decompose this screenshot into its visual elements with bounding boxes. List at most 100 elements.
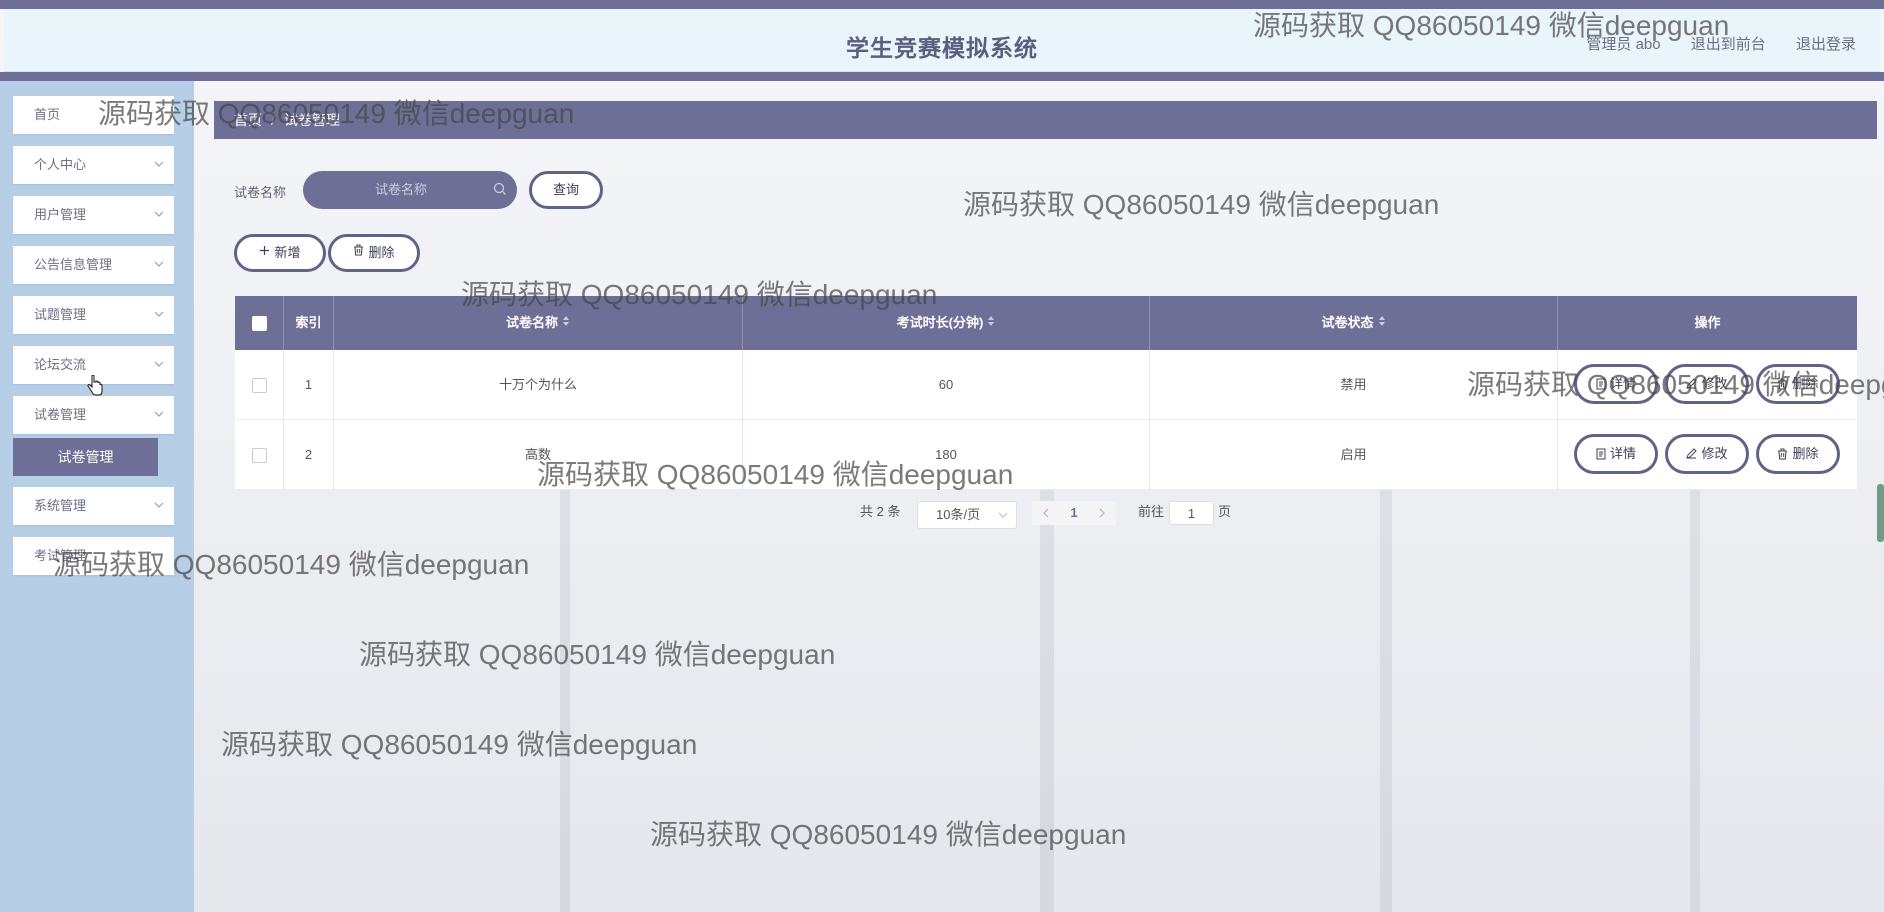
search-input[interactable]	[303, 171, 517, 209]
header-duration-label: 考试时长(分钟)	[896, 315, 984, 330]
header-duration[interactable]: 考试时长(分钟)	[743, 296, 1150, 350]
breadcrumb-current: 试卷管理	[283, 112, 340, 128]
sidebar-item-label: 系统管理	[34, 498, 87, 513]
table-row: 1 十万个为什么 60 禁用 详情 修改 删除	[235, 350, 1857, 420]
row-delete-button[interactable]: 删除	[1756, 364, 1840, 404]
header-actions: 管理员 abo 退出到前台 退出登录	[1560, 33, 1856, 54]
plus-icon	[259, 236, 270, 268]
add-button-label: 新增	[274, 245, 301, 260]
sidebar-item-label: 试题管理	[34, 307, 87, 322]
cell-status: 启用	[1150, 420, 1558, 489]
sidebar-item-personal-center[interactable]: 个人中心	[13, 146, 174, 184]
query-button-label: 查询	[552, 182, 579, 197]
header-ops-label: 操作	[1694, 315, 1721, 330]
sort-icon[interactable]	[562, 296, 570, 350]
search-label: 试卷名称	[234, 185, 287, 200]
detail-button-label: 详情	[1609, 446, 1636, 461]
breadcrumb: 首页 / 试卷管理	[214, 101, 1877, 139]
edit-button-label: 修改	[1701, 446, 1728, 461]
breadcrumb-home[interactable]: 首页	[234, 112, 262, 128]
row-delete-button[interactable]: 删除	[1756, 434, 1840, 474]
chevron-down-icon	[998, 502, 1008, 537]
paper-table: 索引 试卷名称 考试时长(分钟) 试卷状态 操作 1 十万个为什么 60 禁用 …	[235, 296, 1857, 490]
row-checkbox[interactable]	[251, 378, 267, 394]
header-status-label: 试卷状态	[1321, 315, 1374, 330]
sidebar-item-exam-management[interactable]: 考试管理	[13, 537, 174, 575]
sidebar-item-label: 首页	[34, 107, 61, 122]
header-name[interactable]: 试卷名称	[334, 296, 743, 350]
pencil-icon	[1686, 376, 1701, 391]
pager: 1	[1032, 501, 1116, 525]
row-delete-button-label: 删除	[1792, 446, 1819, 461]
chevron-down-icon	[154, 346, 164, 368]
detail-button-label: 详情	[1609, 376, 1636, 391]
query-button[interactable]: 查询	[529, 171, 603, 209]
chevron-down-icon	[154, 246, 164, 268]
cell-name: 十万个为什么	[334, 350, 743, 419]
goto-page-input[interactable]	[1169, 501, 1214, 525]
sidebar-item-question-management[interactable]: 试题管理	[13, 296, 174, 334]
page-size-value: 10条/页	[936, 507, 981, 522]
document-icon	[1596, 376, 1610, 391]
scrollbar-handle[interactable]	[1877, 484, 1884, 542]
sidebar-item-label: 用户管理	[34, 207, 87, 222]
sidebar-item-notice-management[interactable]: 公告信息管理	[13, 246, 174, 284]
cell-index: 2	[284, 420, 334, 489]
cell-index: 1	[284, 350, 334, 419]
page-unit-label: 页	[1218, 504, 1232, 519]
sidebar-item-label: 论坛交流	[34, 357, 87, 372]
cell-ops: 详情 修改 删除	[1558, 350, 1857, 419]
edit-button[interactable]: 修改	[1665, 364, 1749, 404]
header-index-label: 索引	[295, 315, 322, 330]
header-index: 索引	[284, 296, 334, 350]
add-button[interactable]: 新增	[234, 234, 326, 272]
trash-icon	[1777, 376, 1792, 391]
select-all-checkbox[interactable]	[251, 316, 267, 332]
chevron-up-icon	[154, 396, 164, 418]
chevron-down-icon	[154, 296, 164, 318]
sidebar-item-label: 考试管理	[34, 548, 87, 563]
header-status[interactable]: 试卷状态	[1150, 296, 1558, 350]
trash-icon	[1777, 446, 1792, 461]
hand-cursor-icon	[87, 374, 103, 400]
document-icon	[1596, 446, 1610, 461]
sort-icon[interactable]	[1378, 296, 1386, 350]
prev-page-icon[interactable]	[1036, 501, 1056, 525]
logout-link[interactable]: 退出登录	[1796, 36, 1856, 53]
next-page-icon[interactable]	[1092, 501, 1112, 525]
edit-button[interactable]: 修改	[1665, 434, 1749, 474]
row-checkbox-cell	[235, 350, 284, 419]
header-ops: 操作	[1558, 296, 1857, 350]
admin-label: 管理员 abo	[1586, 36, 1661, 53]
header-checkbox-cell	[235, 296, 284, 350]
chevron-down-icon	[154, 146, 164, 168]
header-name-label: 试卷名称	[505, 315, 558, 330]
bulk-delete-button[interactable]: 删除	[328, 234, 420, 272]
top-strip	[0, 0, 1884, 9]
edit-button-label: 修改	[1701, 376, 1728, 391]
search-icon	[493, 182, 507, 199]
detail-button[interactable]: 详情	[1574, 364, 1658, 404]
sidebar-item-label: 试卷管理	[34, 407, 87, 422]
page-number[interactable]: 1	[1064, 501, 1084, 525]
trash-icon	[353, 236, 364, 268]
chevron-down-icon	[154, 487, 164, 509]
cell-status: 禁用	[1150, 350, 1558, 419]
pagination-total: 共 2 条	[860, 504, 901, 519]
table-header: 索引 试卷名称 考试时长(分钟) 试卷状态 操作	[235, 296, 1857, 350]
page-size-select[interactable]: 10条/页	[917, 501, 1017, 529]
submenu-paper-management[interactable]: 试卷管理	[13, 438, 158, 476]
bulk-delete-button-label: 删除	[368, 245, 395, 260]
exit-to-front-link[interactable]: 退出到前台	[1691, 36, 1766, 53]
sidebar-item-user-management[interactable]: 用户管理	[13, 196, 174, 234]
cell-name: 高数	[334, 420, 743, 489]
row-delete-button-label: 删除	[1792, 376, 1819, 391]
sort-icon[interactable]	[987, 296, 995, 350]
sidebar-item-system-management[interactable]: 系统管理	[13, 487, 174, 525]
detail-button[interactable]: 详情	[1574, 434, 1658, 474]
sidebar-item-home[interactable]: 首页	[13, 96, 174, 134]
sidebar-item-paper-management[interactable]: 试卷管理	[13, 396, 174, 434]
cell-duration: 180	[743, 420, 1150, 489]
pencil-icon	[1686, 446, 1701, 461]
row-checkbox[interactable]	[251, 448, 267, 464]
